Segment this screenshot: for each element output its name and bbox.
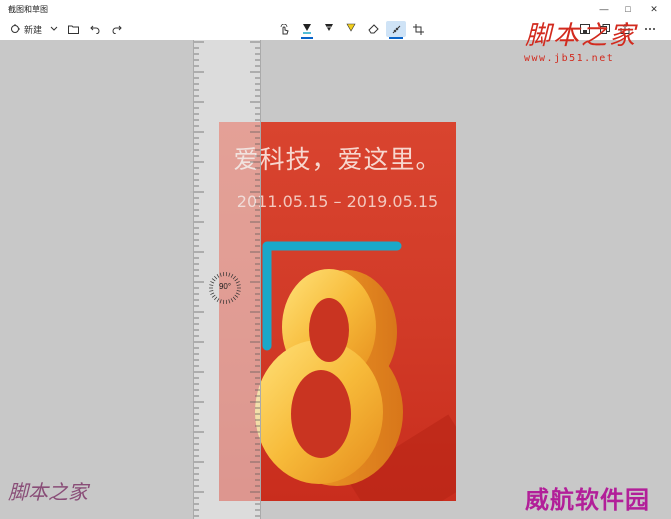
pencil-button[interactable] [320, 21, 338, 37]
watermark-bottom-left: 脚本之家 [8, 480, 88, 504]
watermark-url: www.jb51.net [524, 53, 615, 64]
ballpoint-pen-icon [303, 24, 311, 34]
minimize-button[interactable]: — [591, 2, 617, 16]
window-title: 截图和草图 [8, 5, 48, 14]
dial-tick [214, 275, 218, 280]
watermark-bottom-right: 威航软件园 [525, 486, 650, 514]
close-button[interactable]: ✕ [641, 2, 667, 16]
new-snip-icon [10, 24, 20, 33]
dial-tick [216, 298, 220, 303]
ruler-icon [392, 25, 400, 33]
new-snip-button[interactable]: 新建 [8, 21, 44, 37]
undo-button[interactable] [88, 21, 102, 37]
chevron-down-icon [50, 26, 58, 31]
redo-button[interactable] [110, 21, 124, 37]
ruler-angle-dial[interactable]: 90° [208, 271, 242, 305]
open-folder-icon [67, 25, 79, 34]
ballpoint-pen-button[interactable] [298, 21, 316, 39]
redo-icon [112, 25, 122, 34]
watermark-logo: 脚本之家 [525, 21, 638, 51]
title-bar: 截图和草图 — □ ✕ [0, 0, 671, 18]
maximize-icon: □ [625, 4, 631, 14]
dial-tick [216, 273, 220, 278]
new-snip-label: 新建 [23, 24, 42, 35]
minimize-icon: — [599, 4, 609, 14]
highlighter-button[interactable] [342, 21, 360, 37]
dial-tick [211, 278, 216, 282]
ruler-button[interactable] [386, 21, 406, 39]
dial-tick [219, 272, 222, 277]
dial-tick [230, 273, 234, 278]
dial-tick [228, 272, 231, 277]
dial-tick [211, 294, 216, 298]
dial-tick [214, 296, 218, 301]
crop-button[interactable] [410, 21, 426, 37]
crop-icon [412, 23, 424, 35]
pencil-icon [325, 24, 333, 31]
ruler-angle-label: 90° [218, 282, 232, 291]
snip-sketch-window: 截图和草图 — □ ✕ 新建 爱科技，爱这里。 2011.05.15 – 201… [0, 0, 671, 519]
more-icon [645, 28, 655, 30]
open-file-button[interactable] [66, 21, 80, 37]
dial-tick [230, 298, 234, 303]
dial-tick [234, 278, 239, 282]
dial-tick [232, 275, 236, 280]
snip-mode-dropdown[interactable] [48, 21, 60, 37]
close-icon: ✕ [650, 3, 658, 14]
eraser-button[interactable] [364, 21, 382, 37]
dial-tick [234, 294, 239, 298]
dial-tick [228, 299, 231, 304]
dial-tick [235, 292, 240, 295]
dial-tick [210, 292, 215, 295]
eraser-icon [367, 24, 379, 34]
touch-writing-icon [280, 23, 289, 34]
dial-tick [232, 296, 236, 301]
dial-tick [219, 299, 222, 304]
highlighter-icon [346, 23, 356, 32]
touch-writing-button[interactable] [276, 21, 292, 37]
maximize-button[interactable]: □ [615, 2, 641, 16]
ruler-overlay[interactable]: 90° [193, 40, 261, 519]
undo-icon [90, 25, 100, 34]
